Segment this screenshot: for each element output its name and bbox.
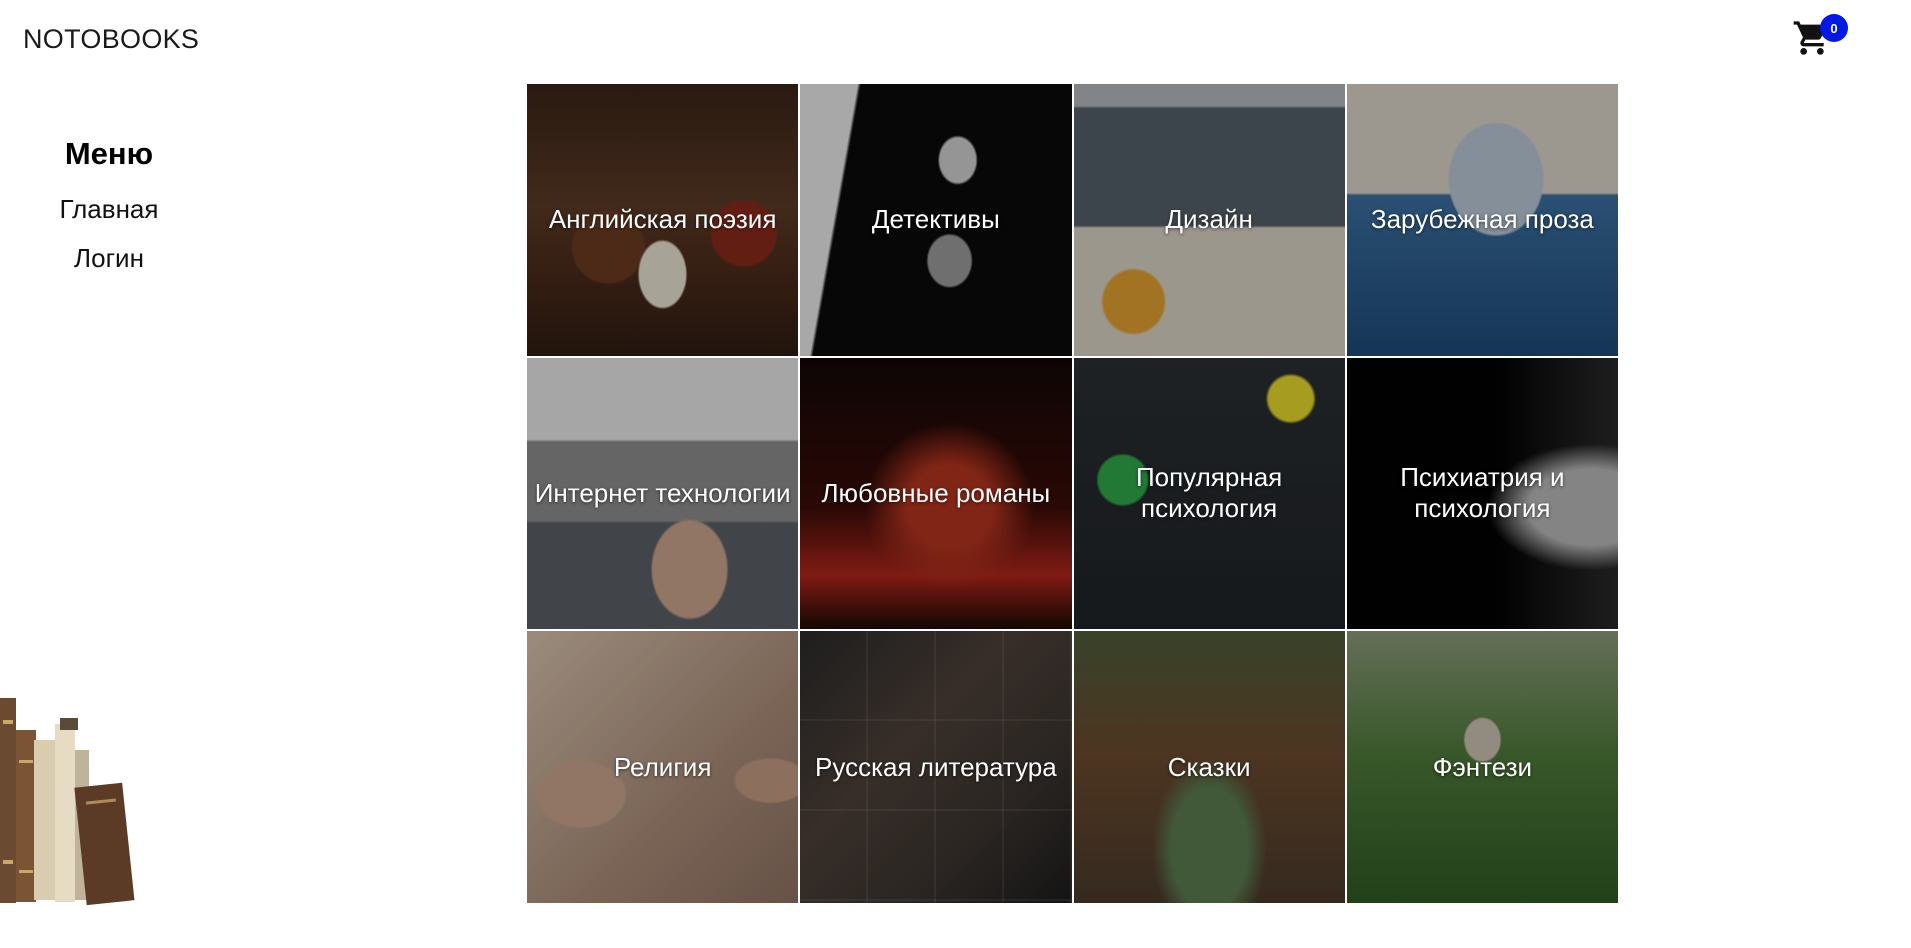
category-label: Детективы <box>871 204 1000 235</box>
category-tile-popular-psychology[interactable]: Популярная психология <box>1073 357 1345 630</box>
category-tile-internet-technologies[interactable]: Интернет технологии <box>527 357 799 630</box>
cart-button[interactable]: 0 <box>1786 14 1848 60</box>
sidebar-menu: Меню Главная Логин <box>0 136 218 292</box>
category-label: Зарубежная проза <box>1370 204 1594 235</box>
category-tile-fairy-tales[interactable]: Сказки <box>1073 631 1345 903</box>
category-label: Дизайн <box>1165 204 1253 235</box>
category-tile-romance[interactable]: Любовные романы <box>800 357 1072 630</box>
category-tile-religion[interactable]: Религия <box>527 631 799 903</box>
category-tile-detectives[interactable]: Детективы <box>800 84 1072 356</box>
category-label: Русская литература <box>815 751 1057 782</box>
menu-title: Меню <box>64 136 154 171</box>
category-label: Фэнтези <box>1432 751 1533 782</box>
menu-item-login[interactable]: Логин <box>0 243 218 274</box>
category-grid: Английская поэзия Детективы Дизайн Заруб… <box>527 84 1618 903</box>
brand-logo[interactable]: NOTOBOOKS <box>23 24 199 55</box>
menu-item-home[interactable]: Главная <box>0 194 218 225</box>
category-label: Английская поэзия <box>548 204 777 235</box>
category-tile-russian-literature[interactable]: Русская литература <box>800 631 1072 903</box>
category-label: Психиатрия и психология <box>1400 462 1565 524</box>
cart-count-badge: 0 <box>1820 14 1848 42</box>
category-label: Популярная психология <box>1135 462 1283 524</box>
category-tile-fantasy[interactable]: Фэнтези <box>1346 631 1618 903</box>
category-label: Любовные романы <box>821 477 1051 508</box>
category-tile-design[interactable]: Дизайн <box>1073 84 1345 356</box>
category-label: Религия <box>613 751 712 782</box>
category-label: Сказки <box>1167 751 1251 782</box>
books-illustration <box>0 690 140 910</box>
category-label: Интернет технологии <box>534 477 791 508</box>
category-tile-psychiatry-psychology[interactable]: Психиатрия и психология <box>1346 357 1618 630</box>
category-tile-foreign-prose[interactable]: Зарубежная проза <box>1346 84 1618 356</box>
category-tile-english-poetry[interactable]: Английская поэзия <box>527 84 799 356</box>
